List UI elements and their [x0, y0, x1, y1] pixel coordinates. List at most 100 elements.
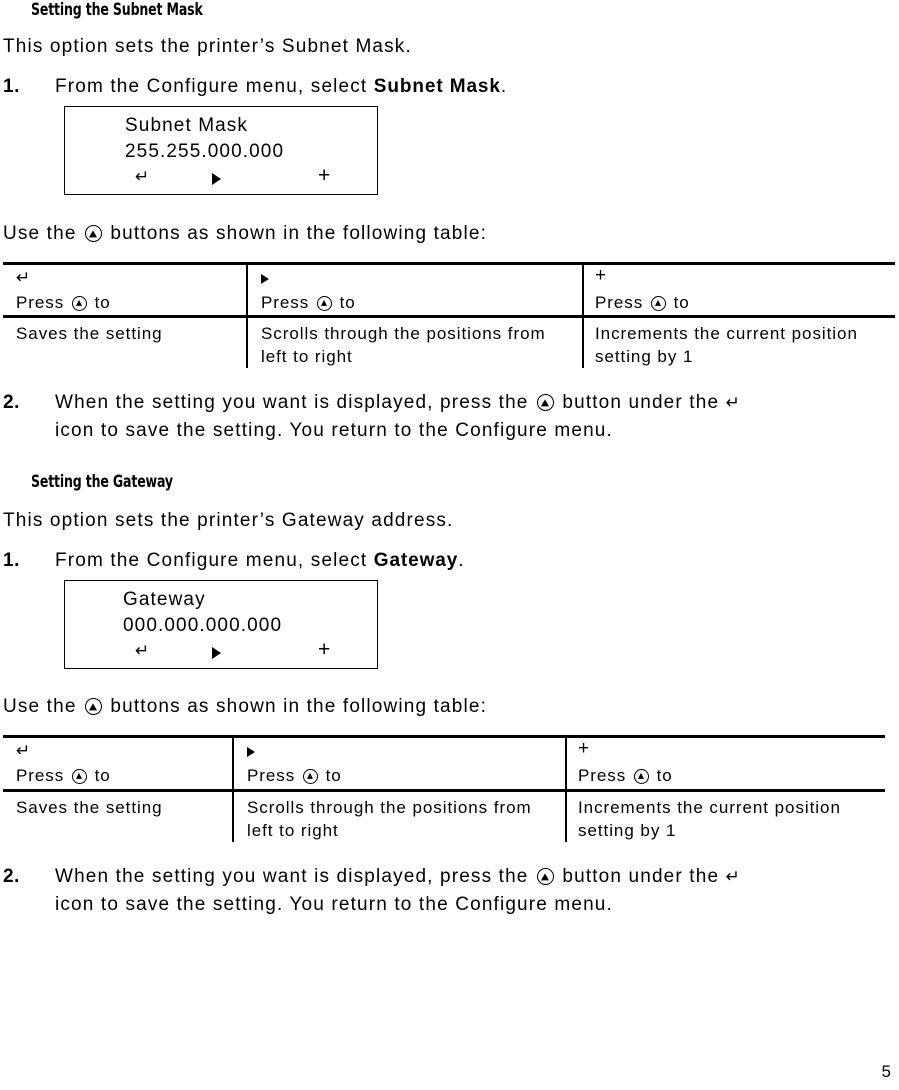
step-text: From the Configure menu, select Subnet M… [55, 73, 703, 100]
press-label: Press [578, 766, 627, 785]
lcd-panel-subnet-mask: Subnet Mask 255.255.000.000 ↵ + [64, 106, 378, 195]
step-text-before: When the setting you want is displayed, … [55, 866, 535, 887]
table-cell-enter-description: Saves the setting [16, 798, 163, 817]
section-heading-subnet-mask: Setting the Subnet Mask [31, 0, 203, 20]
lcd-line-value: 000.000.000.000 [123, 615, 283, 636]
lcd-softkey-row: ↵ + [65, 638, 377, 667]
right-arrow-icon [261, 274, 269, 284]
table-header-rule [3, 789, 885, 792]
step-text-after: . [500, 76, 508, 97]
step-text-after: . [458, 550, 465, 571]
lcd-softkey-row: ↵ + [65, 164, 377, 193]
table-top-rule [3, 735, 885, 738]
table-header-label-1: Press to [16, 764, 111, 787]
table-intro-before: Use the [3, 223, 83, 244]
step-text-before: When the setting you want is displayed, … [55, 392, 535, 413]
press-label: Press [595, 293, 644, 312]
press-label: Press [261, 293, 310, 312]
plus-icon: + [318, 164, 331, 187]
table-col-divider-2 [582, 265, 584, 368]
document-page: Setting the Subnet Mask This option sets… [0, 0, 899, 1090]
plus-icon: + [578, 738, 590, 759]
section-heading-gateway: Setting the Gateway [31, 472, 173, 492]
right-arrow-icon [212, 647, 221, 665]
table-intro-gateway: Use the buttons as shown in the followin… [3, 693, 487, 720]
table-intro-after: buttons as shown in the following table: [103, 223, 487, 244]
step-text-after: button under the [555, 392, 726, 413]
step-text: When the setting you want is displayed, … [55, 863, 899, 891]
to-label: to [339, 293, 356, 312]
to-label: to [656, 766, 673, 785]
up-triangle-button-icon [650, 295, 666, 311]
menu-term-gateway: Gateway [373, 550, 459, 571]
step-number: 2. [3, 392, 20, 413]
up-triangle-button-icon [84, 225, 102, 242]
step-text-line2: icon to save the setting. You return to … [55, 894, 613, 915]
enter-icon: ↵ [16, 741, 31, 761]
intro-paragraph-gateway: This option sets the printer’s Gateway a… [3, 510, 454, 531]
plus-icon: + [318, 638, 331, 661]
table-col-divider-1 [232, 738, 234, 842]
step-2-subnet-mask: 2. When the setting you want is displaye… [3, 389, 899, 444]
page-number: 5 [881, 1062, 891, 1081]
table-header-cell-2 [247, 741, 255, 764]
up-triangle-button-icon [71, 768, 87, 784]
enter-icon: ↵ [725, 393, 740, 413]
to-label: to [94, 766, 111, 785]
up-triangle-button-icon [536, 394, 554, 411]
to-label: to [325, 766, 342, 785]
enter-icon: ↵ [725, 867, 740, 887]
step-text: When the setting you want is displayed, … [55, 389, 899, 417]
step-1-subnet-mask: 1. From the Configure menu, select Subne… [3, 73, 703, 100]
table-header-rule [3, 315, 895, 318]
press-label: Press [247, 766, 296, 785]
step-number: 2. [3, 866, 20, 887]
press-label: Press [16, 766, 65, 785]
step-text-after: button under the [555, 866, 726, 887]
table-header-label-1: Press to [16, 291, 111, 314]
enter-icon: ↵ [135, 167, 150, 187]
step-text-before: From the Configure menu, select [55, 76, 374, 97]
table-cell-scroll-description: Scrolls through the positions from left … [261, 324, 546, 366]
table-header-cell-3: + [595, 264, 606, 287]
menu-term-subnet-mask: Subnet Mask [373, 76, 501, 97]
to-label: to [94, 293, 111, 312]
press-label: Press [16, 293, 65, 312]
up-triangle-button-icon [316, 295, 332, 311]
table-header-label-2: Press to [261, 291, 356, 314]
table-header-cell-2 [261, 268, 269, 291]
table-header-cell-1: ↵ [16, 266, 30, 290]
table-intro-before: Use the [3, 696, 83, 717]
table-intro-after: buttons as shown in the following table: [103, 696, 487, 717]
table-col-divider-1 [246, 265, 248, 368]
table-header-cell-3: + [578, 737, 589, 760]
table-cell-increment-description: Increments the current position setting … [578, 798, 841, 840]
step-number: 1. [3, 550, 20, 571]
up-triangle-button-icon [84, 698, 102, 715]
table-col-divider-2 [565, 738, 567, 842]
up-triangle-button-icon [536, 868, 554, 885]
step-text: From the Configure menu, select Gateway. [55, 547, 703, 574]
table-header-label-3: Press to [595, 291, 690, 314]
table-cell-enter-description: Saves the setting [16, 324, 163, 343]
table-header-cell-1: ↵ [16, 739, 30, 763]
lcd-line-title: Subnet Mask [125, 115, 248, 136]
up-triangle-button-icon [633, 768, 649, 784]
table-cell-increment-description: Increments the current position setting … [595, 324, 858, 366]
up-triangle-button-icon [71, 295, 87, 311]
table-intro-subnet-mask: Use the buttons as shown in the followin… [3, 220, 487, 247]
right-arrow-icon [212, 173, 221, 191]
table-header-label-3: Press to [578, 764, 673, 787]
to-label: to [673, 293, 690, 312]
plus-icon: + [595, 265, 607, 286]
step-text-line2: icon to save the setting. You return to … [55, 420, 613, 441]
table-cell-scroll-description: Scrolls through the positions from left … [247, 798, 532, 840]
step-2-gateway: 2. When the setting you want is displaye… [3, 863, 899, 918]
right-arrow-icon [247, 747, 255, 757]
lcd-line-title: Gateway [123, 589, 206, 610]
lcd-panel-gateway: Gateway 000.000.000.000 ↵ + [64, 580, 378, 669]
intro-paragraph-subnet-mask: This option sets the printer’s Subnet Ma… [3, 36, 412, 57]
up-triangle-button-icon [302, 768, 318, 784]
lcd-line-value: 255.255.000.000 [125, 141, 285, 162]
enter-icon: ↵ [135, 641, 150, 661]
